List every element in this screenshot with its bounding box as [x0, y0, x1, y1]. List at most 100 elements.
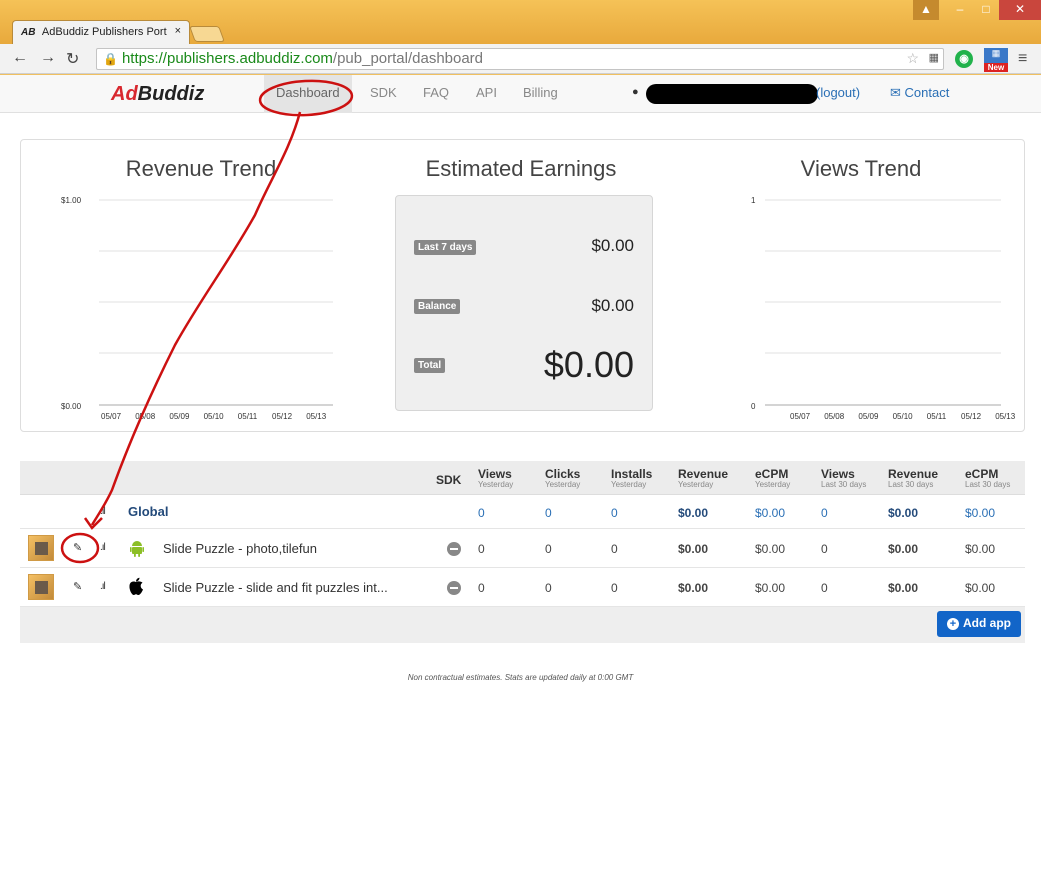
chrome-menu-icon[interactable]: ≡	[1018, 50, 1027, 68]
global-label[interactable]: Global	[128, 504, 168, 519]
contact-link[interactable]: ✉ Contact	[890, 85, 949, 101]
app-ecpm-30: $0.00	[965, 542, 996, 556]
revenue-date-tick: 05/09	[169, 412, 190, 421]
minimize-icon[interactable]: –	[947, 0, 973, 20]
views-date-tick: 05/09	[858, 412, 879, 421]
revenue-date-tick: 05/08	[135, 412, 156, 421]
tab-close-icon[interactable]: ×	[175, 25, 181, 37]
browser-toolbar: ← → ↻ 🔒 https://publishers.adbuddiz.com/p…	[0, 44, 1041, 74]
add-app-label: Add app	[963, 616, 1011, 630]
header-views30-label: Views	[821, 467, 855, 481]
stats-bars-icon[interactable]: .ıl	[100, 581, 106, 592]
header-ecpm: eCPM Yesterday	[755, 467, 790, 489]
revenue-trend-title: Revenue Trend	[125, 156, 277, 181]
brand-buddiz: Buddiz	[137, 83, 205, 105]
stats-bars-icon[interactable]: .ıl	[100, 506, 106, 517]
maximize-icon[interactable]: □	[973, 0, 999, 20]
app-views-30: 0	[821, 581, 828, 595]
views-date-tick: 05/13	[995, 412, 1016, 421]
app-thumbnail	[28, 535, 54, 561]
browser-titlebar: AB AdBuddiz Publishers Port × ▲ – □ ✕	[0, 0, 1041, 44]
views-y-min-label: 0	[751, 402, 756, 411]
new-badge: New	[984, 63, 1008, 72]
user-icon: ●	[632, 86, 639, 98]
nav-faq[interactable]: FAQ	[423, 85, 449, 100]
window-controls: ▲ – □ ✕	[913, 0, 1041, 20]
browser-tab[interactable]: AB AdBuddiz Publishers Port ×	[12, 20, 190, 44]
views-trend-title: Views Trend	[800, 156, 922, 181]
last-7-days-value: $0.00	[591, 236, 634, 255]
app-revenue-30: $0.00	[888, 581, 919, 595]
nav-billing[interactable]: Billing	[523, 85, 558, 100]
revenue-date-tick: 05/07	[101, 412, 122, 421]
views-trend-chart: 1 0 05/07 05/08 05/09 05/10 05/11 05/12 05/13	[751, 196, 1016, 421]
sdk-status-icon	[447, 581, 461, 595]
views-y-max-label: 1	[751, 196, 756, 205]
global-clicks: 0	[545, 506, 552, 520]
profile-icon[interactable]: ▲	[913, 0, 939, 20]
extension-icon[interactable]: ▦ New	[984, 48, 1008, 72]
url-host: https://publishers.adbuddiz.com	[121, 50, 333, 67]
favicon-icon: AB	[21, 27, 36, 38]
nav-dashboard[interactable]: Dashboard	[264, 75, 352, 113]
app-installs: 0	[611, 581, 618, 595]
brand-ad: Ad	[111, 83, 138, 105]
header-ecpm-30: eCPM Last 30 days	[965, 467, 1010, 489]
balance-label: Balance	[414, 299, 461, 314]
brand-logo[interactable]: AdBuddiz	[111, 83, 204, 106]
sdk-status-icon	[447, 542, 461, 556]
table-row: ✎ .ıl Slide Puzzle - slide and fit puzzl…	[20, 568, 1025, 607]
header-views-label: Views	[478, 467, 512, 481]
balance-value: $0.00	[591, 296, 634, 315]
android-icon	[130, 541, 144, 557]
header-revenue30-label: Revenue	[888, 467, 939, 481]
revenue-y-min-label: $0.00	[61, 402, 82, 411]
global-views-30: 0	[821, 506, 828, 520]
site-navbar: AdBuddiz Dashboard SDK FAQ API Billing ●…	[0, 75, 1041, 113]
earnings-box: Last 7 days $0.00 Balance $0.00 Total $0…	[395, 195, 653, 411]
header-ecpm-sub: Yesterday	[755, 480, 791, 489]
app-name[interactable]: Slide Puzzle - slide and fit puzzles int…	[163, 580, 388, 595]
edit-icon[interactable]: ✎	[73, 580, 82, 593]
forward-icon[interactable]: →	[40, 49, 56, 67]
header-installs: Installs Yesterday	[611, 467, 652, 489]
estimated-earnings-title: Estimated Earnings	[425, 156, 617, 181]
reload-icon[interactable]: ↻	[66, 49, 79, 69]
bookmark-star-icon[interactable]: ☆	[906, 50, 919, 67]
views-date-tick: 05/07	[790, 412, 811, 421]
nav-api[interactable]: API	[476, 85, 497, 100]
back-icon[interactable]: ←	[12, 49, 28, 67]
table-row-global: .ıl Global 0 0 0 $0.00 $0.00 0 $0.00 $0.…	[20, 495, 1025, 529]
table-row: ✎ .ıl Slide Puzzle - photo,tilefun 0 0 0…	[20, 529, 1025, 568]
app-revenue: $0.00	[678, 581, 709, 595]
app-views: 0	[478, 581, 485, 595]
total-value: $0.00	[543, 344, 634, 385]
translate-icon[interactable]: ▦	[929, 51, 939, 64]
close-window-icon[interactable]: ✕	[999, 0, 1041, 20]
global-views: 0	[478, 506, 485, 520]
stats-bars-icon[interactable]: .ıl	[100, 542, 106, 553]
header-clicks-sub: Yesterday	[545, 480, 581, 489]
address-bar[interactable]: 🔒 https://publishers.adbuddiz.com/pub_por…	[96, 48, 944, 70]
total-label: Total	[414, 358, 446, 373]
global-revenue: $0.00	[678, 506, 709, 520]
views-date-tick: 05/08	[824, 412, 845, 421]
revenue-trend-chart: $1.00 $0.00 05/07 05/08 05/09 05/10 05/11 05/…	[61, 196, 333, 421]
contact-label: Contact	[904, 85, 950, 100]
app-ecpm: $0.00	[755, 542, 786, 556]
stats-panel: Revenue Trend $1.00 $0.00 05/07 05/08 05/0…	[20, 139, 1025, 432]
nav-sdk[interactable]: SDK	[370, 85, 397, 100]
extension-grammarly-icon[interactable]: ◉	[955, 50, 973, 68]
views-date-tick: 05/12	[961, 412, 982, 421]
add-app-button[interactable]: + Add app	[937, 611, 1021, 637]
edit-icon[interactable]: ✎	[73, 541, 82, 554]
logout-link[interactable]: (logout)	[816, 85, 860, 100]
app-name[interactable]: Slide Puzzle - photo,tilefun	[163, 541, 317, 556]
envelope-icon: ✉	[890, 85, 905, 100]
plus-icon: +	[947, 618, 959, 630]
header-views30-sub: Last 30 days	[821, 480, 867, 489]
page: AdBuddiz Dashboard SDK FAQ API Billing ●…	[0, 75, 1041, 874]
table-footer: + Add app	[20, 607, 1025, 643]
app-views: 0	[478, 542, 485, 556]
new-tab-button[interactable]	[189, 26, 225, 42]
